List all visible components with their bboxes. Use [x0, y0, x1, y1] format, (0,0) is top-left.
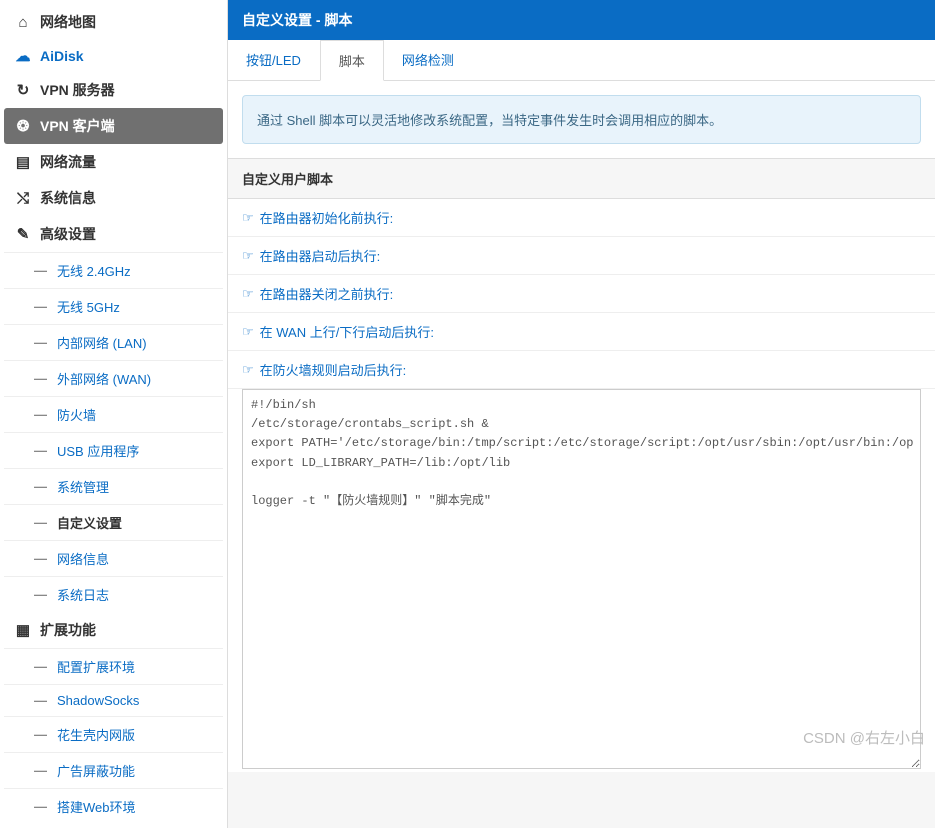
sidebar-item-vpn-server[interactable]: ↻ VPN 服务器	[4, 72, 223, 108]
sidebar-item-label: 系统信息	[40, 188, 96, 208]
list-icon: ▤	[14, 155, 32, 170]
sub-item-label: 无线 2.4GHz	[57, 261, 131, 280]
sub-ext-config[interactable]: — 配置扩展环境	[4, 648, 223, 684]
dash-icon: —	[34, 335, 47, 350]
dash-icon: —	[34, 763, 47, 778]
sidebar-item-label: 网络流量	[40, 152, 96, 172]
sub-item-label: ShadowSocks	[57, 693, 139, 708]
dash-icon: —	[34, 299, 47, 314]
dash-icon: —	[34, 479, 47, 494]
section-title: 自定义用户脚本	[228, 158, 935, 199]
tab-network-test[interactable]: 网络检测	[384, 40, 473, 80]
sidebar-item-traffic[interactable]: ▤ 网络流量	[4, 144, 223, 180]
script-row-init[interactable]: ☞ 在路由器初始化前执行:	[228, 199, 935, 237]
sidebar-item-system-info[interactable]: ⤭ 系统信息	[4, 180, 223, 216]
sub-wan[interactable]: — 外部网络 (WAN)	[4, 360, 223, 396]
sidebar-item-advanced[interactable]: ✎ 高级设置	[4, 216, 223, 252]
dash-icon: —	[34, 371, 47, 386]
home-icon: ⌂	[14, 15, 32, 30]
loop-icon: ↻	[14, 83, 32, 98]
hand-right-icon: ☞	[242, 248, 254, 264]
sub-item-label: 搭建Web环境	[57, 797, 136, 816]
sidebar-item-label: 扩展功能	[40, 620, 96, 640]
dash-icon: —	[34, 799, 47, 814]
extensions-submenu: — 配置扩展环境 — ShadowSocks — 花生壳内网版 — 广告屏蔽功能 — 搭建…	[4, 648, 223, 824]
globe-icon: ❂	[14, 119, 32, 134]
sub-web-env[interactable]: — 搭建Web环境	[4, 788, 223, 824]
dash-icon: —	[34, 515, 47, 530]
tab-button-led[interactable]: 按钮/LED	[228, 40, 320, 80]
script-row-start[interactable]: ☞ 在路由器启动后执行:	[228, 237, 935, 275]
sidebar-item-network-map[interactable]: ⌂ 网络地图	[4, 4, 223, 40]
sub-syslog[interactable]: — 系统日志	[4, 576, 223, 612]
sub-item-label: 自定义设置	[57, 513, 122, 532]
sub-item-label: 广告屏蔽功能	[57, 761, 135, 780]
page-title: 自定义设置 - 脚本	[228, 0, 935, 40]
sidebar-item-label: 高级设置	[40, 224, 96, 244]
sub-firewall[interactable]: — 防火墙	[4, 396, 223, 432]
grid-icon: ▦	[14, 623, 32, 638]
sub-sysadmin[interactable]: — 系统管理	[4, 468, 223, 504]
dash-icon: —	[34, 659, 47, 674]
hand-right-icon: ☞	[242, 324, 254, 340]
sidebar-item-label: VPN 客户端	[40, 116, 115, 136]
hand-right-icon: ☞	[242, 286, 254, 302]
shuffle-icon: ⤭	[14, 191, 32, 206]
sidebar-item-aidisk[interactable]: ☁ AiDisk	[4, 40, 223, 72]
sub-adblock[interactable]: — 广告屏蔽功能	[4, 752, 223, 788]
tab-bar: 按钮/LED 脚本 网络检测	[228, 40, 935, 81]
sub-item-label: 内部网络 (LAN)	[57, 333, 147, 352]
sub-item-label: 网络信息	[57, 549, 109, 568]
sub-network-info[interactable]: — 网络信息	[4, 540, 223, 576]
sub-item-label: 花生壳内网版	[57, 725, 135, 744]
dash-icon: —	[34, 587, 47, 602]
sidebar-item-extensions[interactable]: ▦ 扩展功能	[4, 612, 223, 648]
sub-item-label: 系统管理	[57, 477, 109, 496]
script-row-wan[interactable]: ☞ 在 WAN 上行/下行启动后执行:	[228, 313, 935, 351]
sub-custom-settings[interactable]: — 自定义设置	[4, 504, 223, 540]
sub-usb[interactable]: — USB 应用程序	[4, 432, 223, 468]
script-row-label: 在 WAN 上行/下行启动后执行:	[260, 322, 434, 341]
script-row-firewall[interactable]: ☞ 在防火墙规则启动后执行:	[228, 351, 935, 389]
sub-item-label: USB 应用程序	[57, 441, 139, 460]
sub-shadowsocks[interactable]: — ShadowSocks	[4, 684, 223, 716]
tab-script[interactable]: 脚本	[320, 40, 384, 81]
script-row-label: 在路由器初始化前执行:	[260, 208, 394, 227]
sub-item-label: 系统日志	[57, 585, 109, 604]
dash-icon: —	[34, 443, 47, 458]
main-content: 自定义设置 - 脚本 按钮/LED 脚本 网络检测 通过 Shell 脚本可以灵…	[228, 0, 935, 828]
sidebar-item-vpn-client[interactable]: ❂ VPN 客户端	[4, 108, 223, 144]
sidebar-item-label: AiDisk	[40, 48, 84, 64]
script-row-shutdown[interactable]: ☞ 在路由器关闭之前执行:	[228, 275, 935, 313]
cloud-icon: ☁	[14, 49, 32, 64]
sub-oray[interactable]: — 花生壳内网版	[4, 716, 223, 752]
hand-right-icon: ☞	[242, 210, 254, 226]
sub-wireless-24[interactable]: — 无线 2.4GHz	[4, 252, 223, 288]
sub-lan[interactable]: — 内部网络 (LAN)	[4, 324, 223, 360]
dash-icon: —	[34, 727, 47, 742]
sub-item-label: 配置扩展环境	[57, 657, 135, 676]
dash-icon: —	[34, 693, 47, 708]
dash-icon: —	[34, 551, 47, 566]
sub-item-label: 外部网络 (WAN)	[57, 369, 151, 388]
sidebar-item-label: 网络地图	[40, 12, 96, 32]
sub-item-label: 无线 5GHz	[57, 297, 120, 316]
script-row-label: 在路由器启动后执行:	[260, 246, 381, 265]
dash-icon: —	[34, 263, 47, 278]
script-editor[interactable]	[242, 389, 921, 769]
hand-right-icon: ☞	[242, 362, 254, 378]
sidebar-item-label: VPN 服务器	[40, 80, 115, 100]
sub-wireless-5[interactable]: — 无线 5GHz	[4, 288, 223, 324]
dash-icon: —	[34, 407, 47, 422]
info-alert: 通过 Shell 脚本可以灵活地修改系统配置，当特定事件发生时会调用相应的脚本。	[242, 95, 921, 144]
script-row-label: 在路由器关闭之前执行:	[260, 284, 394, 303]
sidebar: ⌂ 网络地图 ☁ AiDisk ↻ VPN 服务器 ❂ VPN 客户端 ▤ 网络…	[0, 0, 228, 828]
wrench-icon: ✎	[14, 227, 32, 242]
sub-item-label: 防火墙	[57, 405, 96, 424]
script-row-label: 在防火墙规则启动后执行:	[260, 360, 407, 379]
advanced-submenu: — 无线 2.4GHz — 无线 5GHz — 内部网络 (LAN) — 外部网络 (W…	[4, 252, 223, 612]
